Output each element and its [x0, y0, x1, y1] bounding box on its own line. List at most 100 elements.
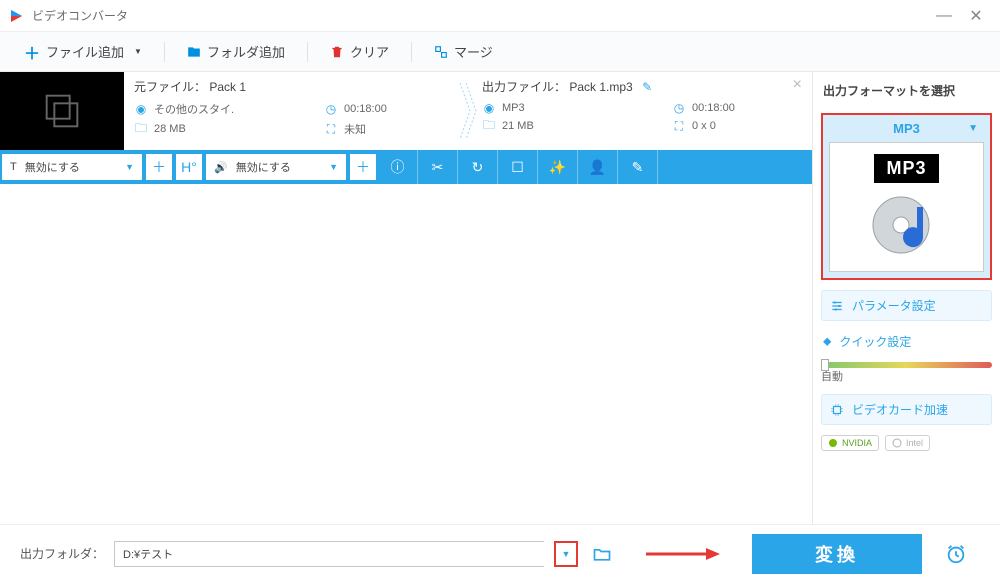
source-label: 元ファイル：: [134, 80, 206, 94]
content-area: 元ファイル： Pack 1 ◉ その他のスタイ. ◷ 00:18:00 🗀 28 MB…: [0, 72, 1000, 524]
quick-label: クイック設定: [839, 333, 911, 350]
chevron-down-icon: ▼: [329, 162, 338, 172]
output-label: 出力ファイル：: [482, 80, 566, 94]
separator: [307, 42, 308, 62]
convert-label: 変換: [815, 541, 859, 567]
output-path-input[interactable]: [114, 541, 544, 567]
app-logo: [8, 8, 24, 24]
param-label: パラメータ設定: [852, 297, 936, 314]
trash-icon: [330, 45, 344, 59]
subtitle-dropdown[interactable]: T 無効にする ▼: [2, 154, 142, 180]
rotate-tool-button[interactable]: ↻: [458, 150, 498, 184]
intel-badge: Intel: [885, 435, 930, 451]
main-column: 元ファイル： Pack 1 ◉ その他のスタイ. ◷ 00:18:00 🗀 28 MB…: [0, 72, 812, 524]
toggle-icon: ⬥: [823, 334, 831, 349]
merge-label: マージ: [454, 42, 493, 61]
info-tool-button[interactable]: ⓘ: [378, 150, 418, 184]
separator: [164, 42, 165, 62]
format-header: MP3 ▼: [829, 121, 984, 136]
quick-settings-toggle[interactable]: ⬥ クイック設定: [821, 331, 992, 352]
merge-button[interactable]: マージ: [426, 38, 501, 65]
source-duration: 00:18:00: [344, 103, 387, 115]
quality-slider[interactable]: [821, 362, 992, 368]
source-info: 元ファイル： Pack 1 ◉その他のスタイ. ◷00:18:00 🗀28 MB…: [134, 78, 454, 144]
pencil-icon[interactable]: ✎: [642, 80, 652, 94]
output-folder-label: 出力フォルダ：: [20, 545, 104, 562]
audio-dropdown[interactable]: 🔊 無効にする ▼: [206, 154, 346, 180]
effects-tool-button[interactable]: ✨: [538, 150, 578, 184]
output-info: 出力ファイル： Pack 1.mp3 ✎ ◉MP3 ◷00:18:00 🗀21 …: [482, 78, 802, 144]
convert-button[interactable]: 変換: [752, 534, 922, 574]
output-name: Pack 1.mp3: [569, 80, 632, 94]
gpu-label: ビデオカード加速: [852, 401, 948, 418]
audio-value: 無効にする: [236, 159, 291, 175]
crop-tool-button[interactable]: ☐: [498, 150, 538, 184]
open-folder-button[interactable]: [592, 544, 612, 564]
folder-icon: 🗀: [134, 122, 148, 136]
app-title: ビデオコンバータ: [32, 7, 928, 24]
source-name: Pack 1: [209, 80, 246, 94]
output-dim: 0 x 0: [692, 120, 716, 132]
chevron-down-icon: ▼: [968, 123, 978, 134]
sidebar: 出力フォーマットを選択 MP3 ▼ MP3 パラ: [812, 72, 1000, 524]
clock-icon: ◷: [672, 101, 686, 115]
chevron-down-icon: ▼: [134, 47, 142, 56]
clear-button[interactable]: クリア: [322, 38, 397, 65]
add-subtitle-button[interactable]: ＋: [146, 154, 172, 180]
intel-label: Intel: [906, 438, 923, 448]
folder-icon: [187, 45, 201, 59]
gpu-accel-button[interactable]: ビデオカード加速: [821, 394, 992, 425]
file-list-body: [0, 184, 812, 524]
clear-label: クリア: [350, 42, 389, 61]
nvidia-badge: NVIDIA: [821, 435, 879, 451]
folder-icon: 🗀: [482, 119, 496, 133]
output-path-dropdown[interactable]: ▼: [554, 541, 578, 567]
nvidia-label: NVIDIA: [842, 438, 872, 448]
file-item: 元ファイル： Pack 1 ◉ その他のスタイ. ◷ 00:18:00 🗀 28 MB…: [0, 72, 812, 150]
add-audio-button[interactable]: ＋: [350, 154, 376, 180]
trim-tool-button[interactable]: ✂: [418, 150, 458, 184]
chevron-divider-icon: [454, 78, 482, 144]
output-format-selector[interactable]: MP3 ▼ MP3: [821, 113, 992, 280]
chevron-down-icon: ▼: [125, 162, 134, 172]
output-duration: 00:18:00: [692, 102, 735, 114]
codec-icon: ◉: [134, 102, 148, 116]
output-codec: MP3: [502, 102, 525, 114]
edit-tool-button[interactable]: ✎: [618, 150, 658, 184]
edit-toolbar: T 無効にする ▼ ＋ H° 🔊 無効にする ▼ ＋ ⓘ ✂ ↻ ☐: [0, 150, 812, 184]
titlebar: ビデオコンバータ — ✕: [0, 0, 1000, 32]
watermark-tool-button[interactable]: 👤: [578, 150, 618, 184]
format-badge: MP3: [874, 154, 938, 183]
close-button[interactable]: ✕: [960, 4, 992, 28]
gpu-badges: NVIDIA Intel: [821, 435, 992, 451]
schedule-button[interactable]: [938, 536, 974, 572]
speaker-icon: 🔊: [214, 161, 228, 174]
text-icon: T: [10, 161, 17, 173]
subtitle-value: 無効にする: [25, 159, 80, 175]
format-name: MP3: [893, 121, 920, 136]
footer: 出力フォルダ： ▼ 変換: [0, 524, 1000, 582]
add-folder-button[interactable]: フォルダ追加: [179, 38, 293, 65]
source-dim: 未知: [344, 121, 366, 137]
hardcode-subtitle-button[interactable]: H°: [176, 154, 202, 180]
slider-thumb[interactable]: [821, 359, 829, 371]
plus-icon: ＋: [24, 40, 40, 64]
source-codec: その他のスタイ.: [154, 101, 234, 117]
dimensions-icon: ⛶: [672, 119, 686, 133]
disc-icon: [871, 189, 943, 261]
main-toolbar: ＋ ファイル追加 ▼ フォルダ追加 クリア マージ: [0, 32, 1000, 72]
minimize-button[interactable]: —: [928, 4, 960, 28]
parameter-settings-button[interactable]: パラメータ設定: [821, 290, 992, 321]
add-file-button[interactable]: ＋ ファイル追加 ▼: [16, 36, 150, 68]
separator: [411, 42, 412, 62]
sidebar-title: 出力フォーマットを選択: [821, 80, 992, 103]
thumbnail[interactable]: [0, 72, 124, 150]
source-head: 元ファイル： Pack 1: [134, 78, 454, 95]
codec-icon: ◉: [482, 101, 496, 115]
add-file-label: ファイル追加: [46, 42, 124, 61]
source-size: 28 MB: [154, 123, 186, 135]
annotation-arrow-icon: [642, 544, 722, 564]
dimensions-icon: ⛶: [324, 122, 338, 136]
remove-item-button[interactable]: ×: [793, 76, 802, 94]
merge-icon: [434, 45, 448, 59]
